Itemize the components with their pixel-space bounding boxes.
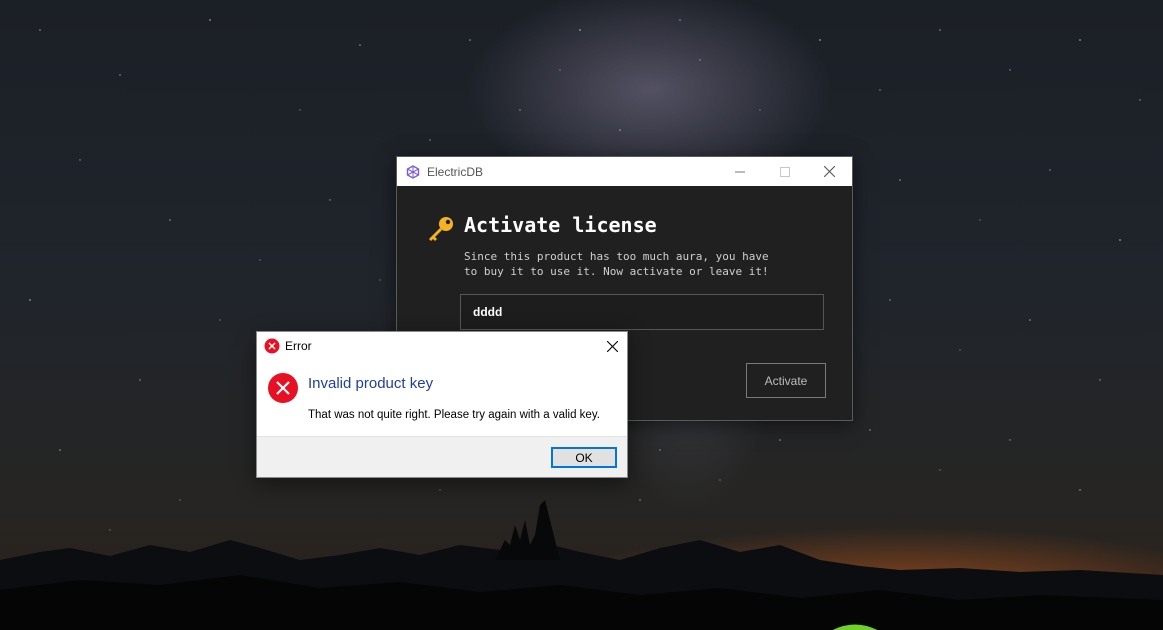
subtitle-line-2: to buy it to use it. Now activate or lea… [464,265,769,278]
error-message: That was not quite right. Please try aga… [308,409,600,421]
subtitle-line-1: Since this product has too much aura, yo… [464,250,769,263]
error-dialog-title: Error [285,339,312,353]
activate-button[interactable]: Activate [746,363,826,398]
electricdb-logo-icon [406,164,420,179]
desktop-wallpaper: ElectricDB Activate license Since this p… [0,0,1163,630]
error-dialog: Error Invalid product key That was not q… [256,331,628,478]
maximize-button[interactable] [762,157,807,186]
error-dialog-footer: OK [257,436,627,477]
error-circle-x-icon [268,373,298,403]
maximize-icon [779,166,790,177]
license-key-input[interactable] [460,294,824,330]
error-heading: Invalid product key [308,375,434,392]
close-icon [606,340,618,352]
minimize-icon [734,171,745,172]
key-icon [429,217,453,241]
error-small-icon [264,338,280,354]
activate-license-heading: Activate license [464,213,657,237]
tent-illustration [832,624,878,630]
close-icon [824,166,835,177]
close-button[interactable] [807,157,852,186]
minimize-button[interactable] [717,157,762,186]
activate-license-subtitle: Since this product has too much aura, yo… [464,249,804,279]
app-titlebar[interactable]: ElectricDB [397,157,852,186]
app-title: ElectricDB [427,164,484,179]
error-close-button[interactable] [597,332,627,360]
ok-button[interactable]: OK [551,447,617,468]
error-dialog-titlebar[interactable]: Error [257,332,627,360]
